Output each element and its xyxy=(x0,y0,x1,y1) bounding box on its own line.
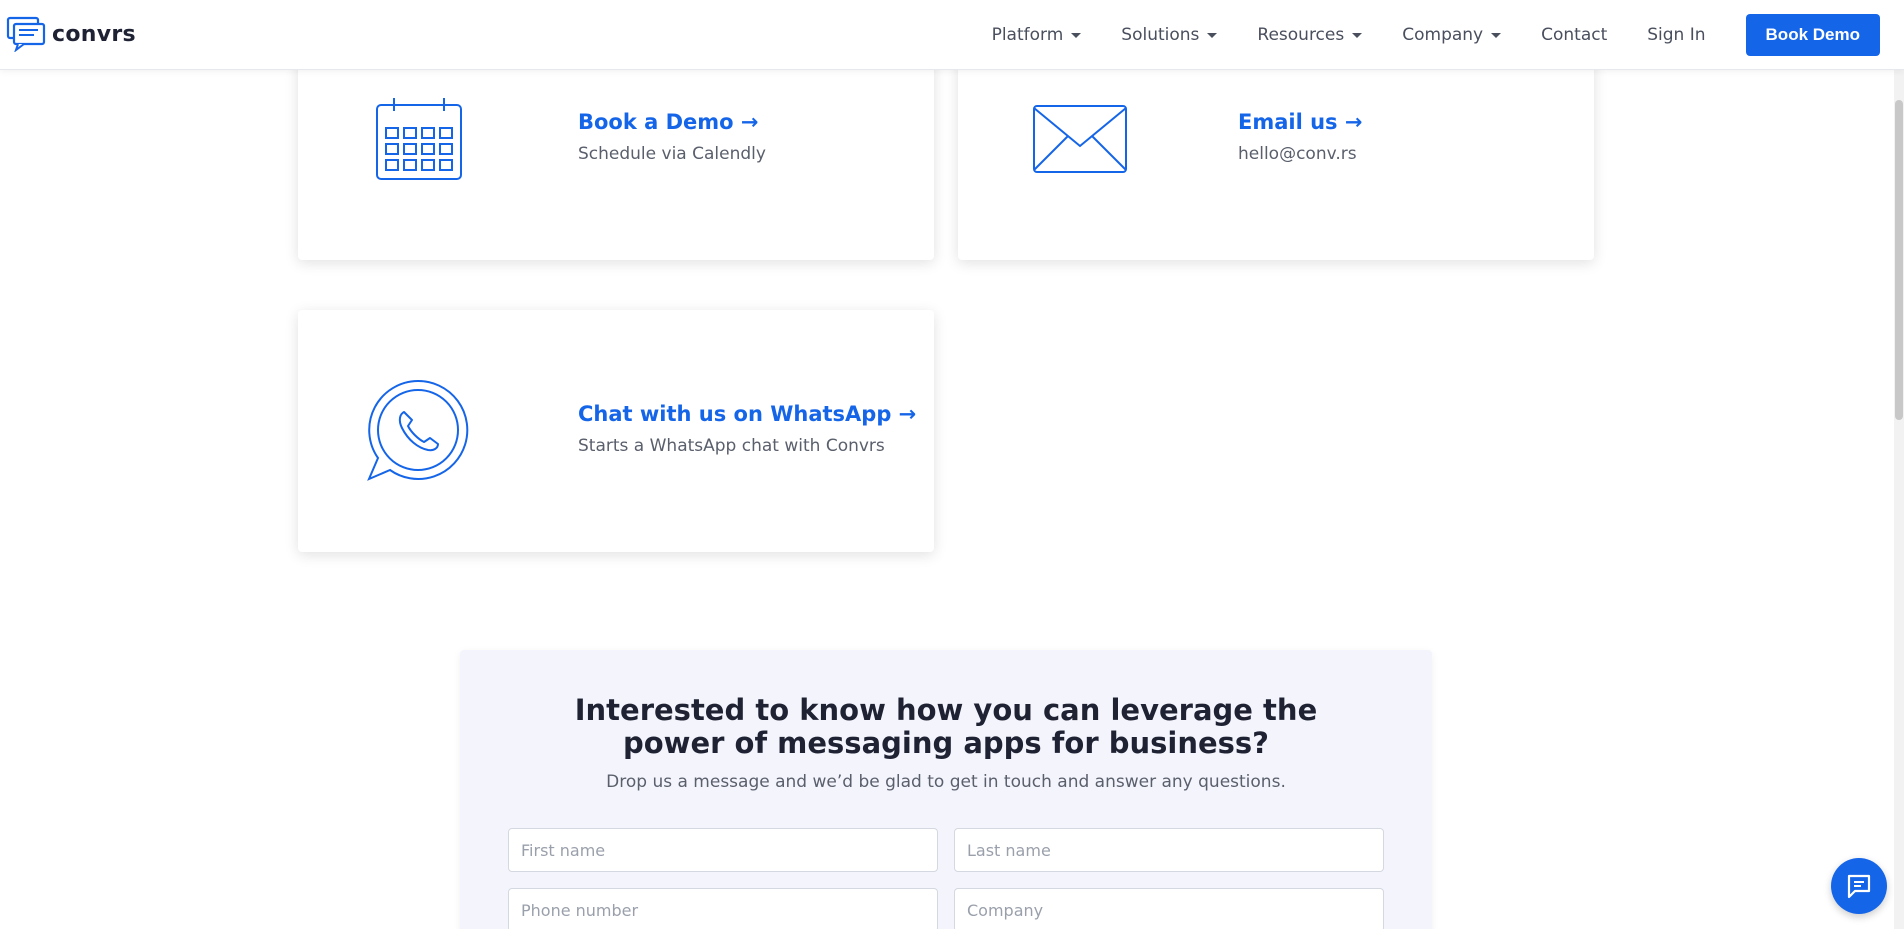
nav-resources[interactable]: Resources xyxy=(1257,25,1363,45)
first-name-input[interactable] xyxy=(508,828,938,872)
main-nav: Platform Solutions Resources Company Con… xyxy=(992,0,1880,70)
nav-platform[interactable]: Platform xyxy=(992,25,1082,45)
nav-sign-in[interactable]: Sign In xyxy=(1647,25,1705,45)
form-subtitle: Drop us a message and we’d be glad to ge… xyxy=(606,772,1286,792)
email-address: hello@conv.rs xyxy=(1238,144,1357,164)
nav-label: Resources xyxy=(1257,25,1345,45)
nav-label: Platform xyxy=(991,25,1064,45)
nav-label: Contact xyxy=(1541,25,1608,45)
email-card[interactable]: Email us → hello@conv.rs xyxy=(958,40,1594,260)
caret-down-icon xyxy=(1352,32,1363,38)
form-title: Interested to know how you can leverage … xyxy=(574,693,1318,760)
phone-input[interactable] xyxy=(508,888,938,929)
nav-label: Sign In xyxy=(1647,25,1706,45)
last-name-input[interactable] xyxy=(954,828,1384,872)
whatsapp-subtitle: Starts a WhatsApp chat with Convrs xyxy=(578,436,885,456)
logo[interactable]: convrs xyxy=(6,16,136,52)
email-link[interactable]: Email us → xyxy=(1238,110,1362,134)
book-demo-card[interactable]: Book a Demo → Schedule via Calendly xyxy=(298,40,934,260)
chat-bubbles-icon xyxy=(6,16,46,52)
book-demo-link[interactable]: Book a Demo → xyxy=(578,110,759,134)
nav-label: Solutions xyxy=(1121,25,1200,45)
chat-widget-button[interactable] xyxy=(1831,858,1887,914)
book-demo-subtitle: Schedule via Calendly xyxy=(578,144,766,164)
caret-down-icon xyxy=(1207,32,1218,38)
scrollbar-thumb[interactable] xyxy=(1895,100,1903,420)
page-scrollbar[interactable] xyxy=(1894,70,1904,929)
caret-down-icon xyxy=(1071,32,1082,38)
nav-solutions[interactable]: Solutions xyxy=(1121,25,1218,45)
envelope-icon xyxy=(1033,105,1127,173)
book-demo-button[interactable]: Book Demo xyxy=(1745,14,1880,56)
whatsapp-icon xyxy=(367,379,469,481)
nav-company[interactable]: Company xyxy=(1402,25,1502,45)
nav-contact[interactable]: Contact xyxy=(1541,25,1607,45)
chat-icon xyxy=(1847,874,1871,899)
caret-down-icon xyxy=(1491,32,1502,38)
calendar-icon xyxy=(376,98,462,180)
nav-label: Company xyxy=(1402,25,1484,45)
contact-form-section: Interested to know how you can leverage … xyxy=(460,650,1432,929)
whatsapp-link[interactable]: Chat with us on WhatsApp → xyxy=(578,402,916,426)
site-header: convrs Platform Solutions Resources Comp… xyxy=(0,0,1904,70)
whatsapp-card[interactable]: Chat with us on WhatsApp → Starts a What… xyxy=(298,310,934,552)
company-input[interactable] xyxy=(954,888,1384,929)
logo-text: convrs xyxy=(52,21,136,47)
